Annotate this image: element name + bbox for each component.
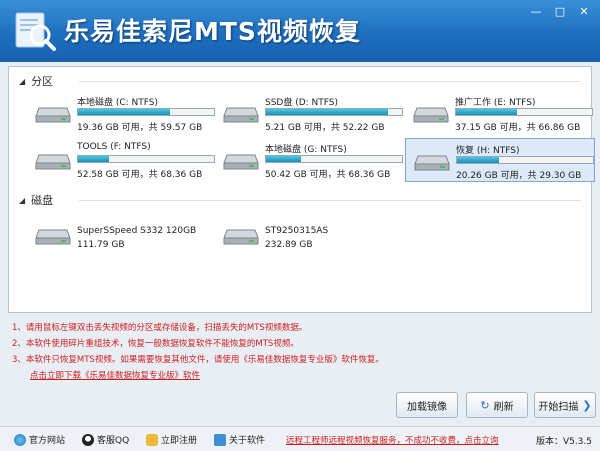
partition-info: 50.42 GB 可用，共 68.36 GB <box>265 170 391 180</box>
partition-name: SSD盘 (D: NTFS) <box>265 98 339 108</box>
key-icon <box>146 433 158 446</box>
disk-size: 232.89 GB <box>265 240 313 250</box>
divider <box>79 81 581 82</box>
download-pro-link[interactable]: 点击立即下载《乐易佳数据恢复专业版》软件 <box>30 368 384 384</box>
usage-bar-fill <box>78 109 171 115</box>
partition-heading: 分区 <box>31 75 54 88</box>
qq-penguin-icon <box>82 433 94 446</box>
website-link[interactable]: 官方网站 <box>14 433 65 446</box>
disk-size: 111.79 GB <box>77 240 125 250</box>
disk-item-hdd[interactable]: ST9250315AS 232.89 GB <box>215 213 405 257</box>
app-title: 乐易佳索尼MTS视频恢复 <box>64 17 361 46</box>
app-logo-icon <box>15 12 56 51</box>
partition-name: 恢复 (H: NTFS) <box>456 146 520 156</box>
website-label: 官方网站 <box>29 436 66 446</box>
usage-bar <box>265 155 403 163</box>
hard-disk-icon <box>35 154 71 170</box>
divider <box>79 200 581 201</box>
partition-item-e[interactable]: 推广工作 (E: NTFS) 37.15 GB 可用，共 66.86 GB <box>405 91 595 135</box>
collapse-triangle-icon[interactable]: ◢ <box>19 196 25 205</box>
minimize-button[interactable]: — <box>526 4 546 20</box>
partition-item-c[interactable]: 本地磁盘 (C: NTFS) 19.36 GB 可用，共 59.57 GB <box>27 91 217 135</box>
maximize-button[interactable]: □ <box>550 4 570 20</box>
collapse-triangle-icon[interactable]: ◢ <box>19 77 25 86</box>
instruction-line: 3、本软件只恢复MTS视频。如果需要恢复其他文件，请使用《乐易佳数据恢复专业版》… <box>12 355 384 365</box>
load-image-label: 加载镜像 <box>407 401 447 413</box>
qq-link[interactable]: 客服QQ <box>82 433 129 446</box>
usage-bar <box>265 108 403 116</box>
hard-disk-icon <box>413 107 449 123</box>
globe-icon <box>14 433 26 446</box>
hard-disk-icon <box>223 154 259 170</box>
monitor-icon <box>214 433 226 446</box>
partition-info: 19.36 GB 可用，共 59.57 GB <box>77 123 203 133</box>
usage-bar-fill <box>78 156 110 162</box>
usage-bar <box>456 156 594 164</box>
version-label: 版本：V5.3.5 <box>535 437 592 447</box>
usage-bar-fill <box>457 157 500 163</box>
device-panel: ◢ 分区 本地磁盘 (C: NTFS) 19.36 GB 可用，共 59.57 … <box>8 66 595 313</box>
usage-bar <box>77 108 215 116</box>
disk-name: ST9250315AS <box>265 226 329 236</box>
partition-item-g[interactable]: 本地磁盘 (G: NTFS) 50.42 GB 可用，共 68.36 GB <box>215 138 405 182</box>
close-button[interactable]: ✕ <box>574 4 594 20</box>
usage-bar-fill <box>266 109 389 115</box>
hard-disk-icon <box>223 229 259 245</box>
usage-bar <box>455 108 593 116</box>
register-link[interactable]: 立即注册 <box>146 433 197 446</box>
instruction-line: 2、本软件使用碎片重组技术，恢复一般数据恢复软件不能恢复的MTS视频。 <box>12 339 299 349</box>
register-label: 立即注册 <box>161 436 198 446</box>
disk-item-ssd[interactable]: SuperSSpeed S332 120GB 111.79 GB <box>27 213 217 257</box>
load-image-button[interactable]: 加载镜像 <box>396 392 458 418</box>
instructions: 1、请用鼠标左键双击丢失视频的分区或存储设备，扫描丢失的MTS视频数据。 2、本… <box>12 320 384 384</box>
partition-item-f[interactable]: TOOLS (F: NTFS) 52.58 GB 可用，共 68.36 GB <box>27 138 217 182</box>
arrow-right-icon: ❯ <box>582 398 592 412</box>
title-bar: 乐易佳索尼MTS视频恢复 — □ ✕ <box>0 0 600 62</box>
partition-info: 20.26 GB 可用，共 29.30 GB <box>456 171 582 181</box>
partition-name: 本地磁盘 (G: NTFS) <box>265 145 347 155</box>
instruction-line: 1、请用鼠标左键双击丢失视频的分区或存储设备，扫描丢失的MTS视频数据。 <box>12 323 308 333</box>
hard-disk-icon <box>223 107 259 123</box>
refresh-icon: ↻ <box>480 398 490 412</box>
status-bar: 官方网站 客服QQ 立即注册 关于软件 远程工程师远程视频恢复服务，不成功不收费… <box>0 426 600 451</box>
usage-bar-fill <box>266 156 302 162</box>
partition-name: 推广工作 (E: NTFS) <box>455 98 536 108</box>
partition-name: 本地磁盘 (C: NTFS) <box>77 98 159 108</box>
start-scan-button[interactable]: 开始扫描 ❯ <box>534 392 596 418</box>
usage-bar-fill <box>456 109 518 115</box>
qq-label: 客服QQ <box>97 436 130 446</box>
partition-item-d[interactable]: SSD盘 (D: NTFS) 5.21 GB 可用，共 52.22 GB <box>215 91 405 135</box>
start-scan-label: 开始扫描 <box>538 401 579 413</box>
remote-service-link[interactable]: 远程工程师远程视频恢复服务，不成功不收费，点击立询 <box>286 434 499 446</box>
disk-section-header[interactable]: ◢ 磁盘 <box>19 192 53 208</box>
about-link[interactable]: 关于软件 <box>214 433 265 446</box>
hard-disk-icon <box>35 107 71 123</box>
hard-disk-icon <box>414 155 450 171</box>
usage-bar <box>77 155 215 163</box>
about-label: 关于软件 <box>229 436 266 446</box>
partition-name: TOOLS (F: NTFS) <box>77 142 151 152</box>
disk-name: SuperSSpeed S332 120GB <box>77 226 197 236</box>
disk-heading: 磁盘 <box>31 194 54 207</box>
partition-item-h[interactable]: 恢复 (H: NTFS) 20.26 GB 可用，共 29.30 GB <box>405 138 595 182</box>
refresh-label: 刷新 <box>493 401 514 413</box>
refresh-button[interactable]: ↻ 刷新 <box>466 392 528 418</box>
partition-info: 5.21 GB 可用，共 52.22 GB <box>265 123 385 133</box>
hard-disk-icon <box>35 229 71 245</box>
partition-info: 37.15 GB 可用，共 66.86 GB <box>455 123 581 133</box>
partition-section-header[interactable]: ◢ 分区 <box>19 73 53 89</box>
partition-info: 52.58 GB 可用，共 68.36 GB <box>77 170 203 180</box>
